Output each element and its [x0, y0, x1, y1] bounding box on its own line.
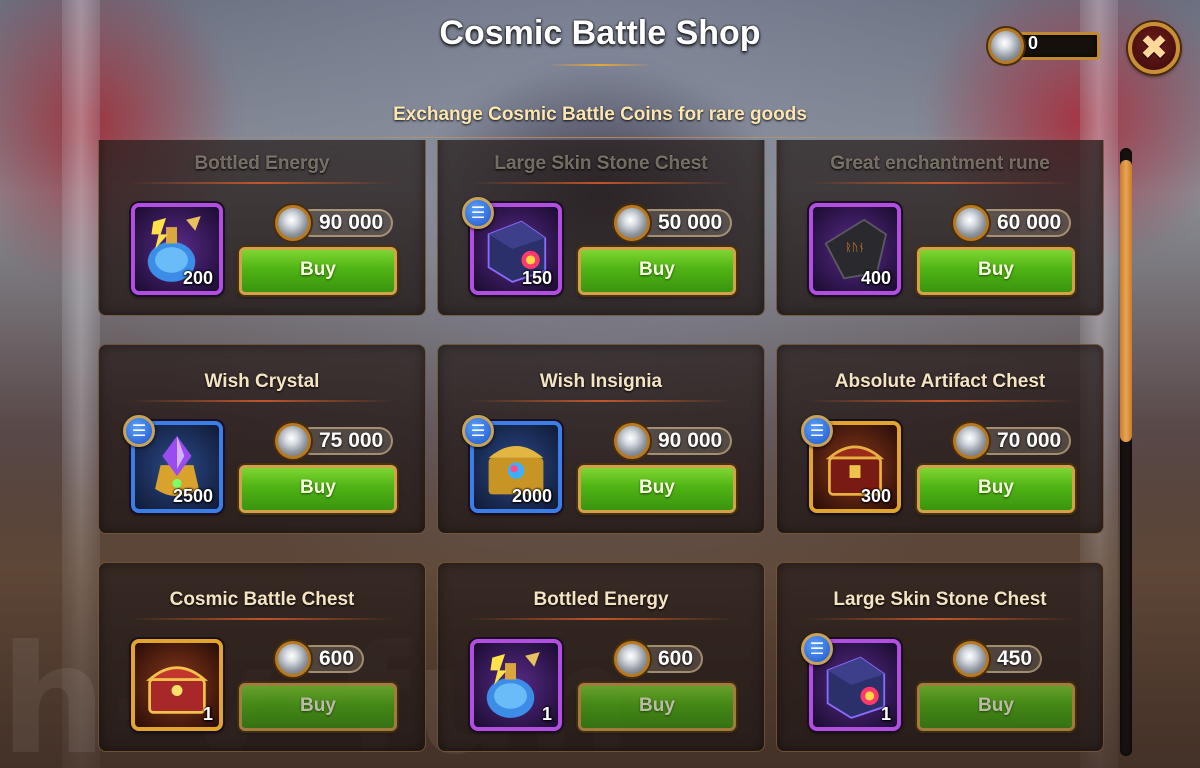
buy-button[interactable]: Buy: [578, 683, 736, 731]
item-title: Absolute Artifact Chest: [834, 371, 1046, 392]
shop-subtitle: Exchange Cosmic Battle Coins for rare go…: [393, 104, 807, 125]
shop-item-card: Bottled Energy 200 90 000 Buy: [98, 140, 426, 316]
coin-balance-value: 0: [1028, 33, 1039, 53]
item-title: Wish Insignia: [539, 371, 663, 392]
item-price-value: 90 000: [636, 427, 733, 455]
shop-item-card: Wish Insignia ☰ 2000 90 000 Buy: [437, 344, 765, 534]
shop-item-card: Wish Crystal ☰ 2500 75 000 Buy: [98, 344, 426, 534]
close-icon: ✖: [1139, 28, 1169, 68]
buy-button[interactable]: Buy: [239, 247, 397, 295]
item-title: Large Skin Stone Chest: [833, 589, 1047, 610]
title-divider: [548, 64, 652, 66]
item-quantity: 2000: [511, 486, 552, 506]
item-icon-frame[interactable]: 1: [470, 639, 562, 731]
item-quantity: 2500: [172, 486, 213, 506]
cosmic-coin-icon: [614, 423, 650, 459]
item-price-value: 90 000: [297, 209, 394, 237]
shop-item-card: Great enchantment rune ᚱᚢᚾ 400 60 000 Bu…: [776, 140, 1104, 316]
item-title-divider: [807, 618, 1073, 620]
shop-item-card: Large Skin Stone Chest ☰ 150 50 000 Buy: [437, 140, 765, 316]
item-quantity: 1: [541, 704, 552, 724]
item-title-divider: [468, 618, 734, 620]
item-title-divider: [129, 618, 395, 620]
item-title-divider: [807, 400, 1073, 402]
cosmic-coin-icon: [614, 641, 650, 677]
item-title: Bottled Energy: [194, 153, 330, 174]
cosmic-coin-icon: [275, 641, 311, 677]
item-icon-frame[interactable]: 1: [131, 639, 223, 731]
item-quantity: 150: [521, 268, 552, 288]
item-title: Great enchantment rune: [830, 153, 1050, 174]
item-title-divider: [468, 182, 734, 184]
info-icon[interactable]: ☰: [123, 415, 155, 447]
info-icon[interactable]: ☰: [462, 197, 494, 229]
cosmic-coin-icon: [953, 641, 989, 677]
shop-grid: Bottled Energy 200 90 000 Buy Large Skin…: [98, 140, 1104, 760]
item-quantity: 1: [880, 704, 891, 724]
coin-balance: 0: [988, 26, 1104, 66]
cosmic-coin-icon: [953, 205, 989, 241]
cosmic-coin-icon: [275, 205, 311, 241]
cosmic-coin-icon: [988, 28, 1024, 64]
item-title-divider: [129, 182, 395, 184]
info-icon[interactable]: ☰: [801, 633, 833, 665]
item-title: Bottled Energy: [533, 589, 669, 610]
cosmic-coin-icon: [275, 423, 311, 459]
item-icon-frame[interactable]: 200: [131, 203, 223, 295]
item-price-value: 50 000: [636, 209, 733, 237]
svg-text:ᚱᚢᚾ: ᚱᚢᚾ: [845, 241, 865, 254]
item-quantity: 400: [860, 268, 891, 288]
item-title: Wish Crystal: [204, 371, 320, 392]
item-title-divider: [468, 400, 734, 402]
info-icon[interactable]: ☰: [462, 415, 494, 447]
item-quantity: 300: [860, 486, 891, 506]
item-quantity: 1: [202, 704, 213, 724]
shop-item-card: Absolute Artifact Chest ☰ 300 70 000 Buy: [776, 344, 1104, 534]
buy-button[interactable]: Buy: [239, 465, 397, 513]
item-price-value: 75 000: [297, 427, 394, 455]
subtitle-divider: [120, 137, 1080, 138]
close-button[interactable]: ✖: [1128, 22, 1180, 74]
item-title: Large Skin Stone Chest: [494, 153, 708, 174]
buy-button[interactable]: Buy: [917, 247, 1075, 295]
cosmic-coin-icon: [614, 205, 650, 241]
buy-button[interactable]: Buy: [578, 247, 736, 295]
item-price-value: 60 000: [975, 209, 1072, 237]
buy-button[interactable]: Buy: [917, 683, 1075, 731]
item-title: Cosmic Battle Chest: [169, 589, 355, 610]
shop-item-card: Bottled Energy 1 600 Buy: [437, 562, 765, 752]
shop-item-card: Large Skin Stone Chest ☰ 1 450 Buy: [776, 562, 1104, 752]
item-title-divider: [129, 400, 395, 402]
item-icon-frame[interactable]: ᚱᚢᚾ 400: [809, 203, 901, 295]
buy-button[interactable]: Buy: [239, 683, 397, 731]
info-icon[interactable]: ☰: [801, 415, 833, 447]
buy-button[interactable]: Buy: [578, 465, 736, 513]
scrollbar-thumb[interactable]: [1120, 160, 1132, 442]
cosmic-coin-icon: [953, 423, 989, 459]
item-price-value: 70 000: [975, 427, 1072, 455]
item-title-divider: [807, 182, 1073, 184]
shop-item-card: Cosmic Battle Chest 1 600 Buy: [98, 562, 426, 752]
buy-button[interactable]: Buy: [917, 465, 1075, 513]
item-quantity: 200: [182, 268, 213, 288]
